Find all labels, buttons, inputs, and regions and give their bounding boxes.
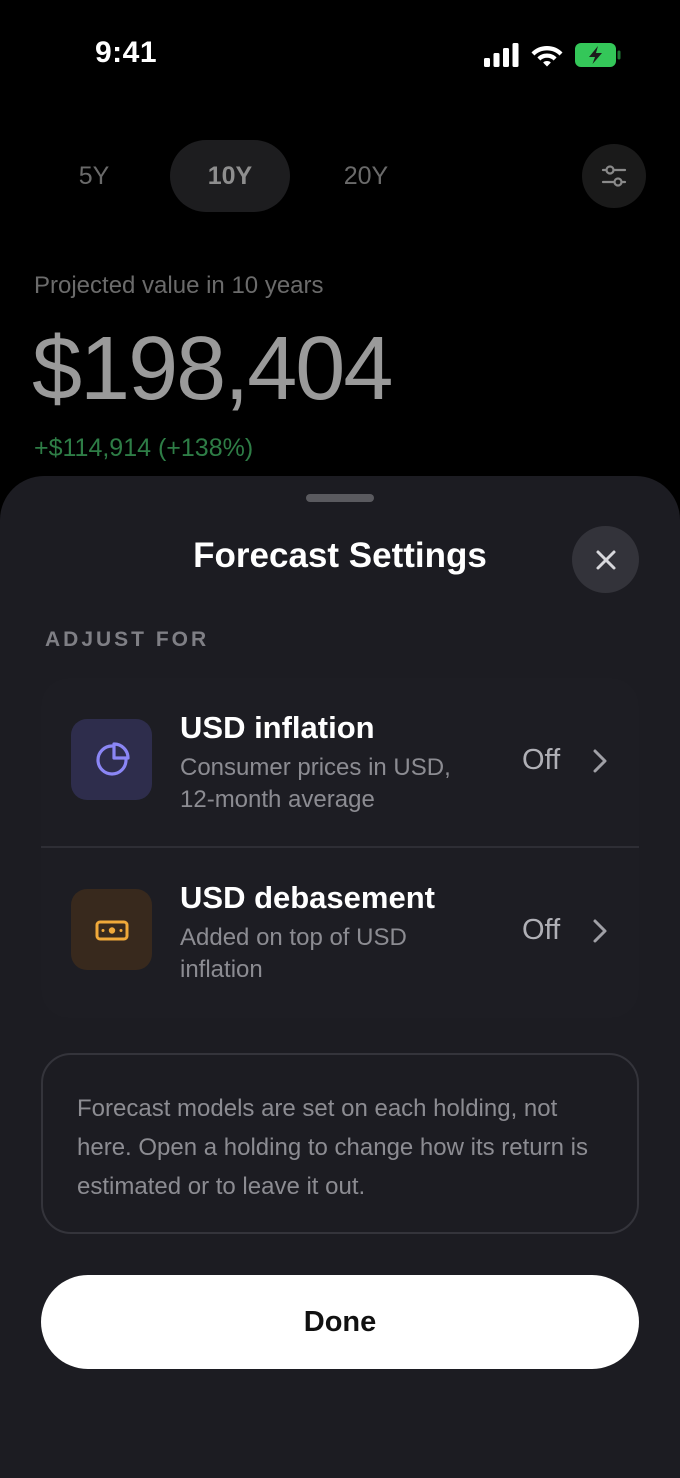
- chevron-right-icon: [593, 919, 607, 943]
- row-subtitle: Consumer prices in USD, 12-month average: [180, 754, 451, 813]
- row-icon-container: [71, 719, 152, 800]
- range-tabs: 5Y 10Y 20Y: [34, 140, 442, 212]
- row-subtitle: Added on top of USD inflation: [180, 924, 407, 983]
- setting-row-usd-debasement[interactable]: USD debasement Added on top of USD infla…: [41, 848, 639, 1018]
- pie-chart-icon: [95, 741, 130, 776]
- info-box: Forecast models are set on each holding,…: [41, 1053, 639, 1234]
- filter-button[interactable]: [582, 144, 646, 208]
- cellular-signal-icon: [484, 43, 519, 67]
- section-label: ADJUST FOR: [45, 628, 210, 651]
- projected-value: $198,404: [32, 319, 393, 419]
- forecast-settings-sheet: Forecast Settings ADJUST FOR USD inflati…: [0, 476, 680, 1478]
- status-icons: [484, 42, 622, 68]
- row-value: Off: [522, 744, 561, 776]
- projected-change: +$114,914 (+138%): [34, 434, 254, 462]
- setting-row-usd-inflation[interactable]: USD inflation Consumer prices in USD, 12…: [41, 678, 639, 848]
- adjust-settings-group: USD inflation Consumer prices in USD, 12…: [41, 678, 639, 1018]
- done-button[interactable]: Done: [41, 1275, 639, 1369]
- row-value: Off: [522, 914, 561, 946]
- status-bar: 9:41: [0, 0, 680, 110]
- tab-10y[interactable]: 10Y: [170, 140, 290, 212]
- close-button[interactable]: [572, 526, 639, 593]
- sheet-grabber[interactable]: [306, 494, 374, 502]
- projected-label: Projected value in 10 years: [34, 272, 324, 299]
- close-icon: [596, 550, 615, 569]
- sliders-icon: [601, 165, 627, 187]
- row-title: USD inflation: [180, 710, 375, 745]
- wifi-icon: [531, 46, 563, 67]
- tab-5y[interactable]: 5Y: [34, 140, 154, 212]
- info-text: Forecast models are set on each holding,…: [77, 1095, 588, 1200]
- battery-charging-icon: [575, 43, 621, 67]
- tab-20y[interactable]: 20Y: [306, 140, 426, 212]
- row-title: USD debasement: [180, 880, 435, 915]
- status-time: 9:41: [95, 36, 158, 69]
- banknote-icon: [95, 920, 128, 940]
- chevron-right-icon: [593, 749, 607, 773]
- row-icon-container: [71, 889, 152, 970]
